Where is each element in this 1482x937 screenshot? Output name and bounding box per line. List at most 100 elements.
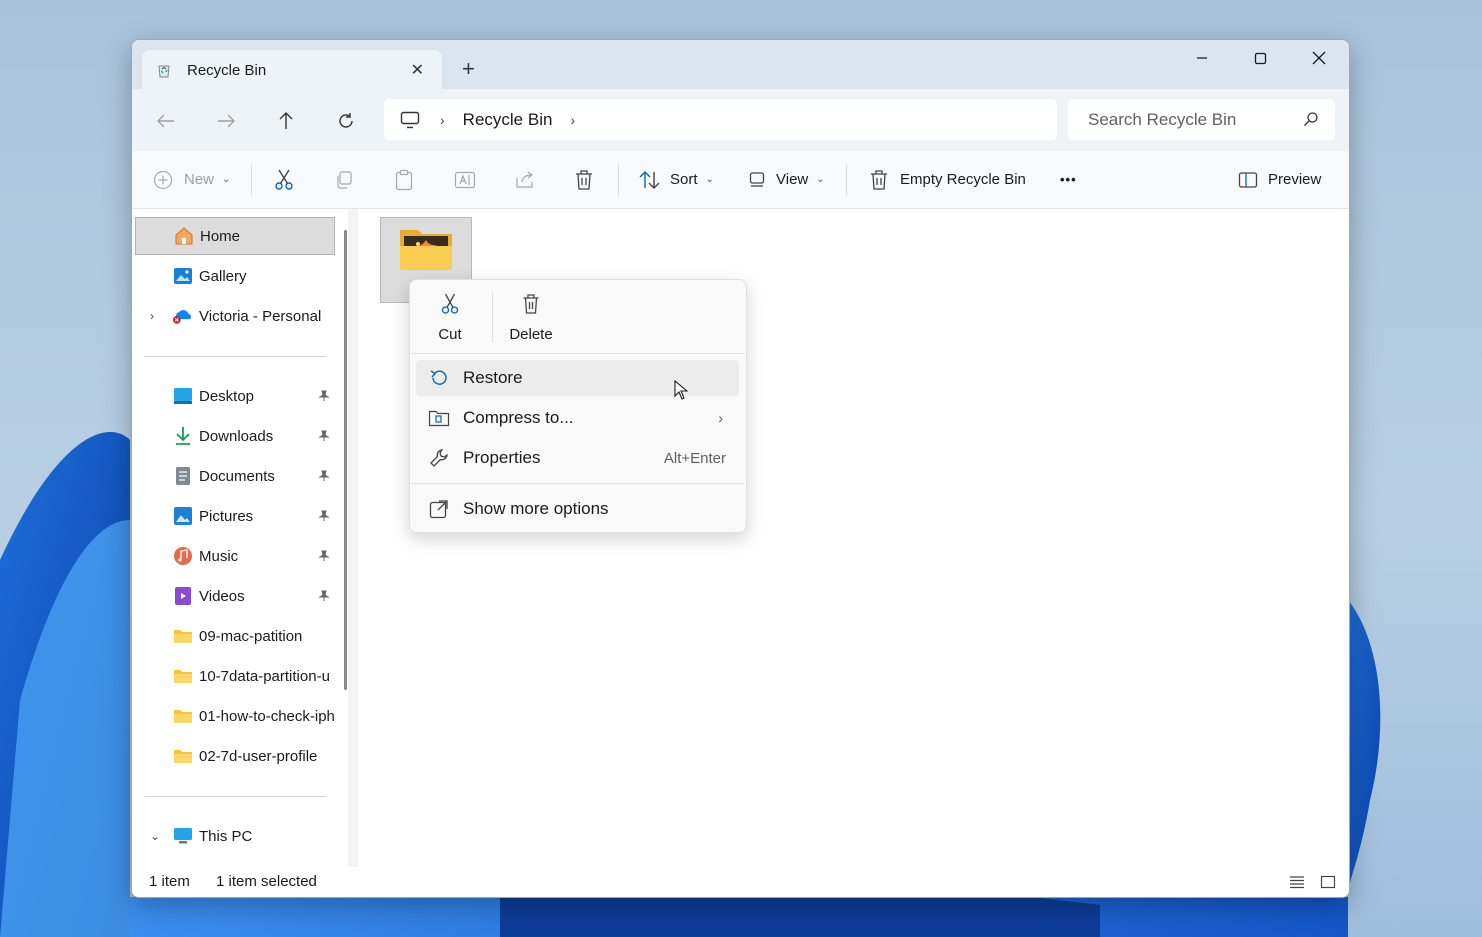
sort-button[interactable]: Sort ⌄	[639, 151, 714, 208]
sidebar-item-label: Victoria - Personal	[199, 307, 322, 325]
desktop-folder-icon	[173, 386, 193, 406]
search-input[interactable]	[1086, 108, 1290, 131]
clipboard-icon	[395, 169, 413, 190]
tiles-view-button[interactable]	[1319, 873, 1337, 891]
minimize-button[interactable]	[1173, 40, 1231, 76]
view-button[interactable]: View ⌄	[749, 151, 825, 208]
chevron-right-icon[interactable]: ›	[440, 112, 445, 128]
address-bar[interactable]: › Recycle Bin ›	[384, 99, 1057, 140]
toolbar-separator	[618, 164, 619, 196]
pin-icon	[318, 549, 330, 566]
restore-label: Restore	[463, 368, 523, 387]
maximize-button[interactable]	[1231, 40, 1289, 76]
pointer-icon	[674, 379, 689, 400]
sidebar-item-home[interactable]: Home	[135, 217, 335, 255]
breadcrumb-recycle-bin[interactable]: Recycle Bin	[463, 110, 553, 130]
sidebar-item-folder[interactable]: 02-7d-user-profile	[135, 737, 335, 775]
close-icon	[1312, 51, 1326, 65]
show-more-options-menu-item[interactable]: Show more options	[416, 491, 739, 527]
toolbar-separator	[846, 164, 847, 196]
sidebar-divider	[144, 796, 326, 797]
arrow-left-icon	[157, 114, 174, 128]
cut-button[interactable]	[274, 151, 294, 208]
sidebar-item-this-pc[interactable]: ⌄ This PC	[135, 817, 335, 855]
new-label: New	[184, 171, 215, 188]
sidebar-item-label: Desktop	[199, 387, 255, 405]
preview-button[interactable]: Preview	[1238, 151, 1321, 208]
selection-count: 1 item selected	[216, 873, 317, 890]
delete-button[interactable]	[574, 151, 594, 208]
new-tab-button[interactable]: +	[462, 58, 475, 80]
compress-menu-item[interactable]: Compress to... ›	[416, 400, 739, 436]
chevron-right-icon[interactable]: ›	[570, 112, 575, 128]
chevron-right-icon[interactable]: ›	[150, 309, 154, 323]
back-button[interactable]	[151, 106, 181, 136]
trash-icon	[576, 169, 592, 190]
zip-folder-icon	[428, 407, 450, 429]
sidebar-item-videos[interactable]: Videos	[135, 577, 335, 615]
folder-icon	[173, 666, 193, 686]
context-delete-button[interactable]: Delete	[491, 290, 571, 346]
pin-icon	[318, 589, 330, 606]
restore-menu-item[interactable]: Restore	[416, 360, 739, 396]
sidebar-item-folder[interactable]: 10-7data-partition-u	[135, 657, 335, 695]
show-more-options-label: Show more options	[463, 499, 609, 518]
close-tab-button[interactable]: ✕	[411, 60, 424, 80]
rename-button[interactable]	[454, 151, 476, 208]
close-window-button[interactable]	[1290, 40, 1348, 76]
maximize-icon	[1254, 52, 1266, 64]
trash-icon	[871, 169, 887, 190]
onedrive-icon	[173, 306, 193, 326]
share-icon	[516, 171, 533, 188]
sidebar-item-label: Home	[200, 227, 241, 245]
recycle-bin-icon	[156, 62, 172, 78]
forward-button[interactable]	[211, 106, 241, 136]
restore-icon	[428, 367, 450, 389]
sidebar-item-documents[interactable]: Documents	[135, 457, 335, 495]
sidebar-scrollbar[interactable]	[344, 230, 347, 690]
chevron-right-icon: ›	[718, 410, 723, 426]
sidebar-item-onedrive[interactable]: › Victoria - Personal	[135, 297, 335, 335]
properties-menu-item[interactable]: Properties Alt+Enter	[416, 440, 739, 476]
pin-icon	[318, 509, 330, 526]
up-button[interactable]	[271, 106, 301, 136]
sidebar-item-downloads[interactable]: Downloads	[135, 417, 335, 455]
properties-shortcut: Alt+Enter	[663, 449, 726, 467]
image-folder-icon	[400, 230, 452, 270]
sidebar-item-music[interactable]: Music	[135, 537, 335, 575]
sidebar-item-label: Videos	[199, 587, 245, 605]
pane-splitter[interactable]	[348, 209, 358, 867]
search-box[interactable]	[1068, 99, 1335, 140]
toolbar-separator	[251, 164, 252, 196]
sidebar-item-folder[interactable]: 01-how-to-check-iph	[135, 697, 335, 735]
sidebar-item-folder[interactable]: 09-mac-patition	[135, 617, 335, 655]
new-button[interactable]: New ⌄	[153, 151, 230, 208]
gallery-icon	[173, 266, 193, 286]
sidebar-item-desktop[interactable]: Desktop	[135, 377, 335, 415]
document-icon	[173, 466, 193, 486]
pin-icon	[318, 429, 330, 446]
refresh-icon	[339, 113, 353, 128]
compress-label: Compress to...	[463, 408, 574, 427]
sidebar-item-gallery[interactable]: Gallery	[135, 257, 335, 295]
view-icon	[749, 171, 765, 187]
chevron-down-icon[interactable]: ⌄	[150, 829, 160, 843]
empty-recycle-bin-button[interactable]: Empty Recycle Bin	[869, 151, 1026, 208]
trash-icon	[522, 290, 540, 318]
copy-button[interactable]	[334, 151, 354, 208]
sidebar-item-label: Pictures	[199, 507, 254, 525]
paste-button[interactable]	[394, 151, 414, 208]
scissors-icon	[441, 290, 459, 318]
see-more-button[interactable]: •••	[1060, 151, 1077, 208]
folder-icon	[173, 746, 193, 766]
sort-icon	[639, 170, 660, 189]
sidebar-item-pictures[interactable]: Pictures	[135, 497, 335, 535]
rename-icon	[454, 171, 476, 188]
details-view-button[interactable]	[1288, 873, 1306, 891]
tile-icon	[1320, 875, 1336, 889]
navigation-pane: Home Gallery › Victoria - Personal Deskt…	[132, 209, 348, 867]
context-cut-button[interactable]: Cut	[410, 290, 490, 346]
share-button[interactable]	[514, 151, 536, 208]
refresh-button[interactable]	[331, 106, 361, 136]
tab-recycle-bin[interactable]: Recycle Bin ✕	[142, 50, 442, 90]
